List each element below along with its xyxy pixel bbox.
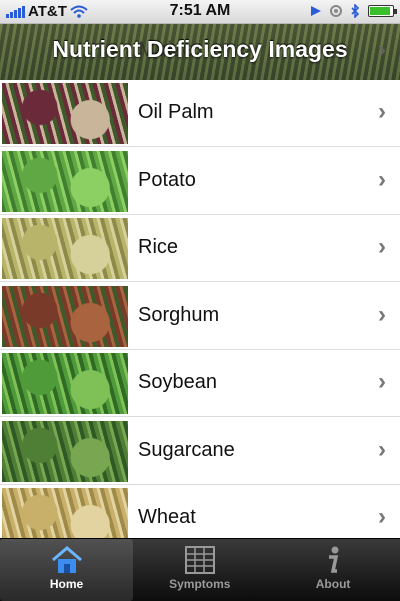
crop-thumbnail	[2, 83, 128, 144]
list-item[interactable]: Oil Palm ›	[0, 80, 400, 147]
list-item[interactable]: Sorghum ›	[0, 282, 400, 350]
tab-label: Symptoms	[169, 577, 231, 591]
info-icon	[267, 545, 400, 575]
chevron-right-icon: ›	[378, 98, 386, 125]
crop-list: Oil Palm › Potato › Rice › Sorghum › Soybean › Sug…	[0, 80, 400, 538]
crop-thumbnail	[2, 285, 128, 347]
status-bar: AT&T 7:51 AM	[0, 0, 400, 24]
battery-icon	[368, 5, 397, 17]
crop-thumbnail	[2, 353, 128, 414]
crop-thumbnail	[2, 150, 128, 212]
location-arrow-icon	[311, 6, 321, 16]
chevron-right-icon: ›	[378, 300, 386, 328]
tab-label: About	[315, 577, 351, 591]
list-item[interactable]: Rice ›	[0, 215, 400, 282]
status-right	[310, 4, 397, 18]
crop-thumbnail	[2, 218, 128, 279]
list-item-label: Sugarcane	[138, 438, 235, 461]
tab-symptoms[interactable]: Symptoms	[133, 539, 266, 601]
crop-thumbnail	[2, 420, 128, 482]
rotation-lock-icon	[330, 5, 342, 17]
list-item-label: Potato	[138, 168, 196, 191]
list-item-label: Wheat	[138, 506, 196, 528]
list-item[interactable]: Wheat ›	[0, 485, 400, 538]
tab-bar: Home Symptoms About	[0, 538, 400, 601]
chevron-right-icon: ›	[378, 165, 386, 193]
crop-thumbnail	[2, 488, 128, 538]
chevron-right-icon: ›	[378, 233, 386, 260]
list-item-label: Rice	[138, 236, 179, 258]
battery-level	[370, 7, 390, 15]
bluetooth-icon	[351, 4, 360, 18]
page-title: Nutrient Deficiency Images	[52, 36, 348, 62]
chevron-right-icon: ›	[378, 368, 386, 395]
home-icon	[0, 545, 133, 575]
grid-icon	[133, 545, 266, 575]
list-item-label: Oil Palm	[138, 101, 214, 123]
tab-home[interactable]: Home	[0, 539, 133, 601]
list-item-label: Sorghum	[138, 303, 220, 326]
chevron-right-icon: ›	[378, 503, 386, 530]
list-item[interactable]: Potato ›	[0, 147, 400, 215]
tab-label: Home	[49, 577, 84, 591]
list-item-label: Soybean	[138, 371, 217, 393]
chevron-right-icon: ›	[378, 435, 386, 463]
list-item[interactable]: Sugarcane ›	[0, 417, 400, 485]
list-item[interactable]: Soybean ›	[0, 350, 400, 417]
navigation-bar: Maize › Nutrient Deficiency Images	[0, 24, 400, 80]
tab-about[interactable]: About	[267, 539, 400, 601]
